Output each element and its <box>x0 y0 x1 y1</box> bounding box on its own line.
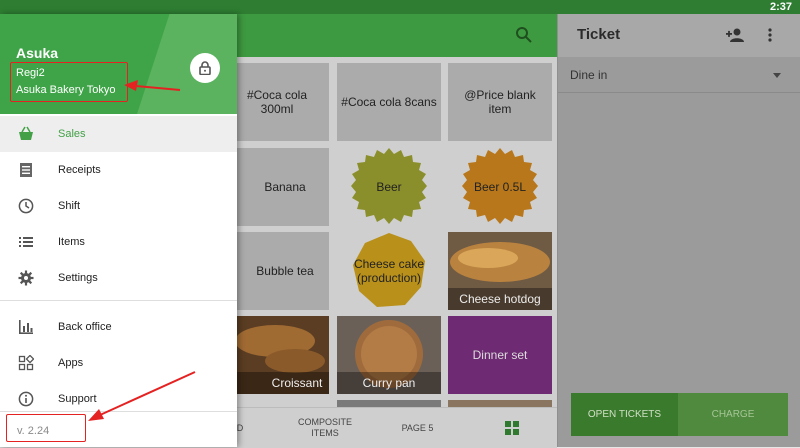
item-tile[interactable]: Beer <box>337 148 441 226</box>
ticket-title: Ticket <box>577 26 621 43</box>
annotation-highlight-box <box>10 62 128 102</box>
clock-time: 2:37 <box>769 1 792 13</box>
item-tile[interactable]: #Coca cola 8cans <box>337 63 441 141</box>
lock-icon <box>199 61 211 75</box>
info-icon <box>18 391 34 407</box>
menu-item-items[interactable]: Items <box>0 224 237 260</box>
user-name: Asuka <box>16 45 59 61</box>
menu-item-label: Back office <box>58 321 112 333</box>
item-tile[interactable]: Banana <box>225 148 329 226</box>
tab-composite-items[interactable]: COMPOSITE ITEMS <box>290 408 360 448</box>
item-tile[interactable]: Cheese hotdog <box>448 232 552 310</box>
grid-icon <box>505 421 519 435</box>
menu-item-label: Sales <box>58 128 86 140</box>
item-label: Curry pan <box>337 372 441 394</box>
item-label: Croissant <box>225 372 329 394</box>
basket-icon <box>19 126 33 140</box>
gear-icon <box>18 270 34 286</box>
menu-item-label: Items <box>58 236 85 248</box>
item-label: Beer 0.5L <box>473 180 527 194</box>
divider <box>558 92 800 93</box>
tab-label: COMPOSITE ITEMS <box>297 417 352 438</box>
dining-option-value: Dine in <box>570 68 608 82</box>
menu-item-back-office[interactable]: Back office <box>0 309 237 345</box>
menu-item-label: Receipts <box>58 164 101 176</box>
status-bar: 2:37 <box>0 0 800 14</box>
menu-item-apps[interactable]: Apps <box>0 345 237 381</box>
item-tile[interactable]: @Price blank item <box>448 63 552 141</box>
menu-item-settings[interactable]: Settings <box>0 260 237 296</box>
menu-item-label: Apps <box>58 357 84 369</box>
item-label: Banana <box>264 180 306 194</box>
list-icon <box>19 237 33 247</box>
drawer-divider <box>0 411 237 412</box>
menu-item-receipts[interactable]: Receipts <box>0 152 237 188</box>
menu-item-label: Shift <box>58 200 81 212</box>
menu-item-shift[interactable]: Shift <box>0 188 237 224</box>
annotation-highlight-box <box>6 414 86 442</box>
header-decoration <box>124 14 237 114</box>
search-icon[interactable] <box>515 26 533 44</box>
apps-icon <box>18 355 34 371</box>
menu-item-label: Settings <box>58 272 98 284</box>
charge-button[interactable]: CHARGE <box>678 393 788 436</box>
item-tile[interactable]: Cheese cake (production) <box>337 232 441 310</box>
item-label: #Coca cola 8cans <box>341 95 437 109</box>
item-tile[interactable]: Croissant <box>225 316 329 394</box>
item-label: @Price blank item <box>464 88 536 116</box>
more-options-icon[interactable] <box>767 27 773 43</box>
open-tickets-button[interactable]: OPEN TICKETS <box>571 393 678 436</box>
tab-page[interactable]: PAGE 5 <box>385 408 450 448</box>
item-tile[interactable]: #Coca cola 300ml <box>225 63 329 141</box>
item-label: Bubble tea <box>256 264 314 278</box>
receipt-icon <box>20 163 32 177</box>
ticket-header: Ticket <box>557 14 800 57</box>
chevron-down-icon <box>773 73 781 78</box>
item-tile[interactable]: Bubble tea <box>225 232 329 310</box>
menu-item-label: Support <box>58 393 97 405</box>
clock-icon <box>18 198 34 214</box>
ticket-body: Dine in <box>557 57 800 407</box>
item-tile[interactable]: Beer 0.5L <box>448 148 552 226</box>
tab-label: D <box>236 422 244 433</box>
item-label: Dinner set <box>472 348 528 362</box>
item-tile[interactable]: Curry pan <box>337 316 441 394</box>
item-label: Cheese cake (production) <box>353 257 425 285</box>
menu-item-sales[interactable]: Sales <box>0 116 237 152</box>
dining-option-select[interactable]: Dine in <box>558 57 800 93</box>
item-tile[interactable]: Dinner set <box>448 316 552 394</box>
item-label: Beer <box>376 180 402 194</box>
add-customer-icon[interactable] <box>725 27 745 43</box>
item-label: Cheese hotdog <box>448 288 552 310</box>
bar-chart-icon <box>19 320 33 334</box>
item-label: #Coca cola 300ml <box>246 88 308 116</box>
tab-label: PAGE 5 <box>401 422 434 433</box>
drawer-divider <box>0 300 237 301</box>
grid-view-button[interactable] <box>497 408 527 448</box>
lock-button[interactable] <box>190 53 220 83</box>
ticket-actions: OPEN TICKETS CHARGE <box>557 393 800 447</box>
